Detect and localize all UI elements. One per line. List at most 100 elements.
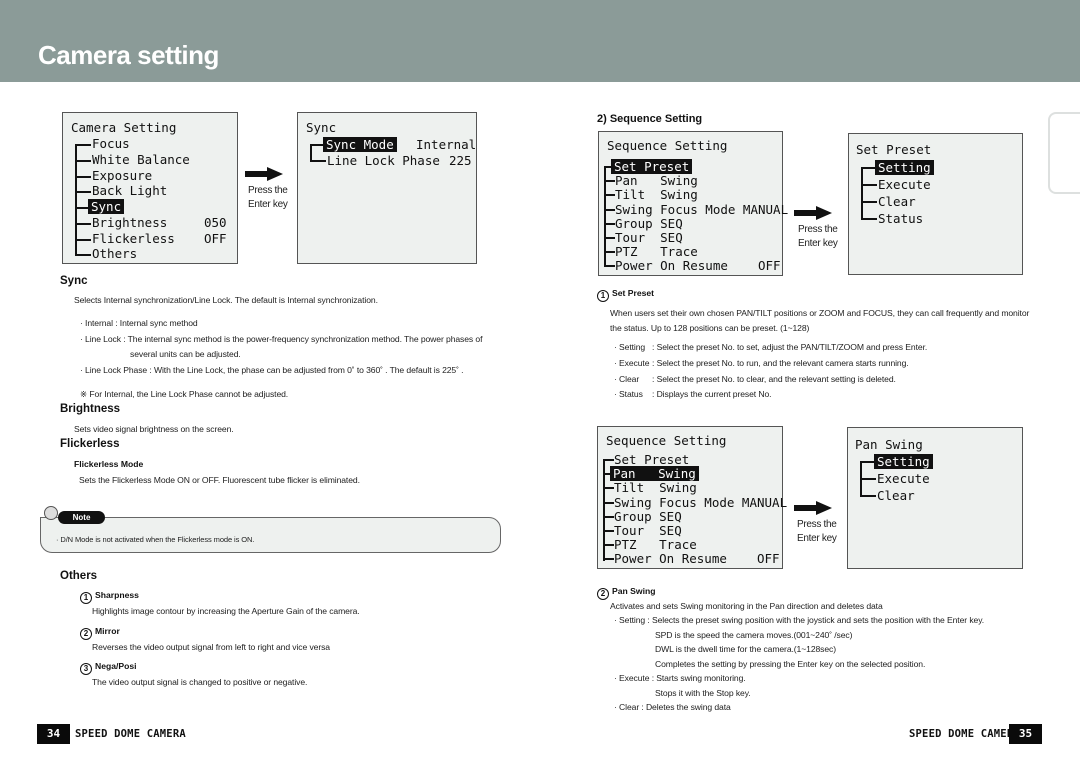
- set-preset-title: 1 Set Preset: [597, 288, 654, 302]
- pan-swing-line: · Setting : Selects the preset swing pos…: [614, 615, 985, 625]
- item-title: Sharpness: [95, 590, 139, 600]
- sync-bullet-line-lock: · Line Lock : The internal sync method i…: [80, 334, 483, 344]
- tree-branch: [310, 144, 324, 146]
- tree-branch: [861, 201, 877, 203]
- bullet-desc: : Select the preset No. to clear, and th…: [652, 373, 896, 384]
- osd-item: Tilt Swing: [615, 187, 698, 203]
- osd-item: Swing Focus Mode MANUAL: [614, 494, 788, 510]
- osd-item: Power On Resume OFF: [614, 551, 780, 567]
- others-item-mirror-text: Reverses the video output signal from le…: [92, 642, 330, 652]
- tree-branch: [603, 459, 614, 461]
- flickerless-heading: Flickerless: [60, 438, 120, 450]
- caption-line: Press the: [798, 224, 838, 235]
- osd-value-sync-mode: Internal: [416, 137, 477, 152]
- tree-branch: [861, 184, 877, 186]
- osd-title: Camera Setting: [71, 120, 177, 135]
- osd-item: PTZ Trace: [614, 537, 697, 553]
- pan-swing-line: Completes the setting by pressing the En…: [655, 658, 926, 669]
- tree-line: [310, 144, 312, 161]
- sync-bullet-internal: · Internal : Internal sync method: [80, 318, 198, 328]
- tree-branch: [75, 160, 91, 162]
- others-heading: Others: [60, 570, 98, 582]
- footer-title-left: SPEED DOME CAMERA: [75, 728, 186, 740]
- sync-osd: Sync Sync Mode Internal Line Lock Phase …: [297, 112, 477, 264]
- tree-branch: [860, 478, 876, 480]
- osd-item-selected: Setting: [875, 160, 934, 175]
- pan-swing-title: 2 Pan Swing: [597, 586, 655, 600]
- caption-line: Enter key: [798, 238, 838, 249]
- sync-bullet-phase: · Line Lock Phase : With the Line Lock, …: [80, 365, 464, 375]
- tree-branch: [75, 144, 91, 146]
- item-title: Nega/Posi: [95, 661, 137, 671]
- osd-item: Execute: [877, 471, 930, 486]
- right-arrow-icon: [245, 167, 283, 181]
- flickerless-mode-subheading: Flickerless Mode: [74, 459, 144, 469]
- osd-item-flickerless: Flickerless: [92, 231, 175, 246]
- pushpin-icon: [44, 506, 58, 520]
- flickerless-text: Sets the Flickerless Mode ON or OFF. Flu…: [79, 475, 360, 485]
- tree-branch: [861, 218, 877, 220]
- page-number-right: 35: [1009, 724, 1042, 744]
- sync-remark: ※ For Internal, the Line Lock Phase cann…: [80, 389, 289, 399]
- osd-item: Tour SEQ: [614, 523, 682, 538]
- tree-branch: [75, 176, 91, 178]
- item-title: Set Preset: [612, 288, 655, 298]
- osd-item-back-light: Back Light: [92, 183, 168, 198]
- osd-item: Tour SEQ: [615, 230, 683, 245]
- osd-item: Clear: [877, 488, 915, 503]
- osd-item: Clear: [878, 194, 916, 209]
- side-tab: [1048, 112, 1080, 194]
- tree-branch: [860, 495, 876, 497]
- osd-item-selected: Setting: [874, 454, 933, 469]
- osd-item: Swing Focus Mode MANUAL: [615, 201, 789, 217]
- caption-line: Enter key: [248, 199, 288, 210]
- item-title: Pan Swing: [612, 586, 656, 596]
- page-title: Camera setting: [38, 40, 219, 70]
- tree-branch: [603, 544, 614, 547]
- pan-swing-line: · Execute : Starts swing monitoring.: [614, 673, 746, 683]
- sync-bullet-line-lock-cont: several units can be adjusted.: [130, 349, 241, 359]
- pan-swing-osd: Pan Swing Setting Execute Clear: [847, 427, 1023, 569]
- osd-item-brightness: Brightness: [92, 215, 168, 230]
- circled-number: 2: [80, 628, 92, 640]
- caption-line: Enter key: [797, 533, 837, 544]
- footer-title-right: SPEED DOME CAMERA: [909, 728, 1020, 740]
- osd-item-sync-mode-selected: Sync Mode: [323, 137, 397, 152]
- osd-title: Pan Swing: [855, 437, 923, 452]
- others-item-nega-posi-title: 3 Nega/Posi: [80, 661, 137, 675]
- osd-item-others: Others: [92, 246, 138, 261]
- circled-number: 1: [80, 592, 92, 604]
- tree-branch: [861, 167, 875, 169]
- osd-item-sync-selected: Sync: [88, 199, 125, 214]
- bullet-term: · Clear: [614, 373, 640, 384]
- osd-item: Execute: [878, 177, 931, 192]
- tree-branch: [75, 191, 91, 193]
- set-preset-text-2: the status. Up to 128 positions can be p…: [610, 323, 810, 333]
- sequence-setting-osd-2: Sequence Setting Set Preset Pan Swing Tilt…: [597, 426, 787, 569]
- osd-item: Group SEQ: [614, 508, 682, 524]
- set-preset-osd: Set Preset Setting Execute Clear Status: [848, 133, 1023, 275]
- others-item-mirror-title: 2 Mirror: [80, 626, 120, 640]
- bullet-term: · Execute: [614, 357, 650, 368]
- osd-item: Group SEQ: [615, 215, 683, 231]
- osd-item-selected: Pan Swing: [610, 466, 699, 482]
- circled-number: 2: [597, 588, 609, 600]
- osd-item-white-balance: White Balance: [92, 152, 190, 167]
- tree-branch: [75, 254, 91, 256]
- tree-branch: [604, 180, 615, 183]
- pan-swing-line: DWL is the dwell time for the camera.(1~…: [655, 644, 837, 654]
- osd-item: Power On Resume OFF: [615, 258, 781, 274]
- tree-branch: [604, 222, 615, 225]
- tree-branch: [860, 461, 874, 463]
- press-enter-caption: Press the Enter key: [797, 518, 837, 546]
- osd-item: PTZ Trace: [615, 244, 698, 260]
- osd-item-exposure: Exposure: [92, 168, 153, 183]
- circled-number: 1: [597, 290, 609, 302]
- osd-item: Tilt Swing: [614, 480, 697, 496]
- tree-branch: [604, 194, 615, 197]
- others-item-nega-posi-text: The video output signal is changed to po…: [92, 677, 308, 687]
- tree-branch: [603, 558, 614, 561]
- pan-swing-line: SPD is the speed the camera moves.(001~2…: [655, 629, 853, 640]
- caption-line: Press the: [797, 519, 837, 530]
- brightness-heading: Brightness: [60, 403, 121, 415]
